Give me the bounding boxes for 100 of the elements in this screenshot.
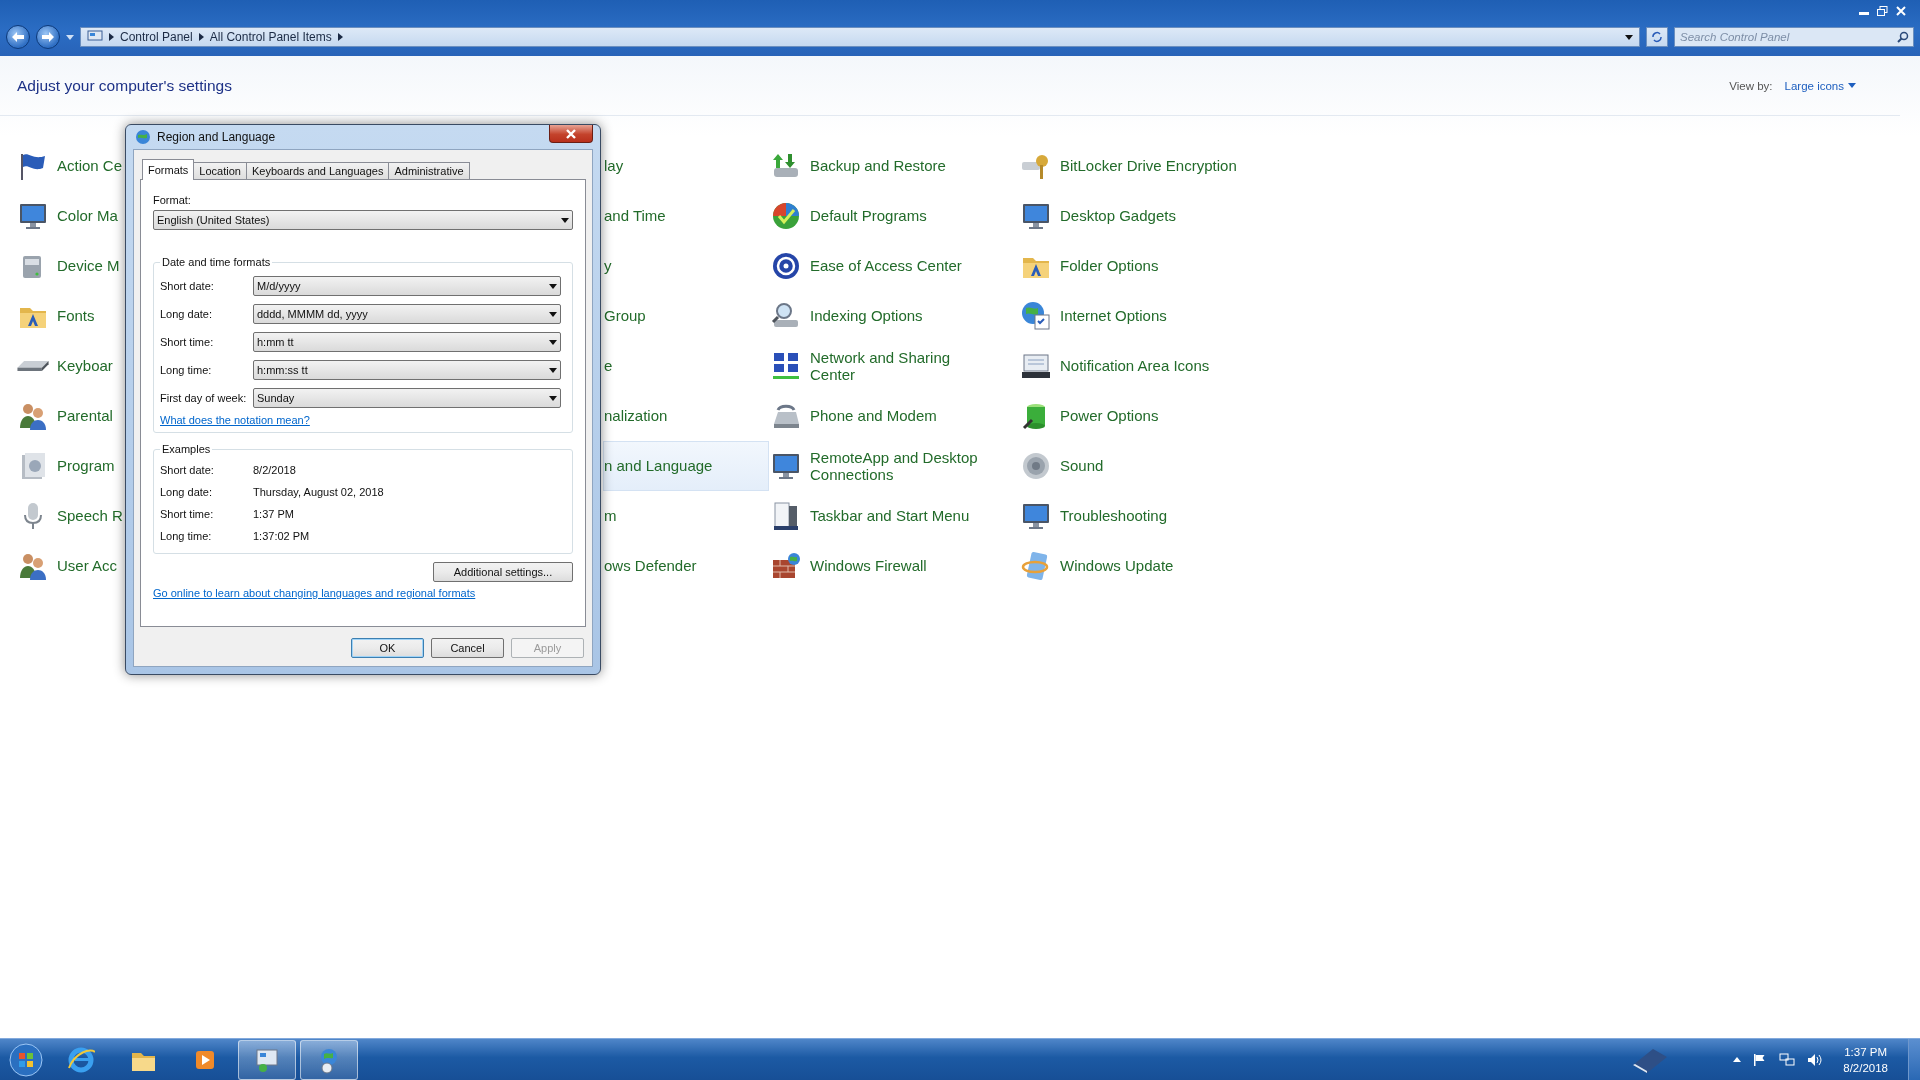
control-panel-item[interactable]: Power Options — [1019, 391, 1269, 441]
view-by-label: View by: — [1729, 79, 1773, 92]
field-label: Long time: — [160, 364, 213, 376]
control-panel-item[interactable]: Internet Options — [1019, 291, 1269, 341]
close-button[interactable] — [549, 125, 593, 143]
refresh-button[interactable] — [1646, 27, 1668, 47]
example-value: 1:37:02 PM — [253, 530, 311, 542]
control-panel-item[interactable]: n and Language — [603, 441, 769, 491]
control-panel-item[interactable]: Notification Area Icons — [1019, 341, 1269, 391]
field-label: Long date: — [160, 308, 213, 320]
example-label: Short date: — [160, 464, 215, 476]
tab[interactable]: Keyboards and Languages — [245, 162, 390, 180]
dialog-button[interactable]: OK — [351, 638, 424, 658]
back-arrow-icon — [12, 32, 24, 42]
network-icon — [770, 350, 802, 382]
page-title: Adjust your computer's settings — [17, 76, 232, 95]
caret-icon — [549, 395, 557, 401]
check-ball-icon — [770, 200, 802, 232]
caret-icon — [1625, 34, 1633, 40]
control-panel-item[interactable]: Ease of Access Center — [769, 241, 1019, 291]
restore-icon[interactable] — [1877, 6, 1888, 16]
caret-icon — [549, 283, 557, 289]
control-panel-item[interactable]: Parental — [16, 391, 125, 441]
example-value: Thursday, August 02, 2018 — [253, 486, 385, 498]
control-panel-item[interactable]: Device M — [16, 241, 125, 291]
keyboard-icon — [17, 361, 49, 371]
view-by-dropdown[interactable]: Large icons — [1784, 79, 1856, 92]
control-panel-item[interactable]: nalization — [603, 391, 769, 441]
caret-icon — [66, 34, 74, 40]
control-panel-item[interactable]: Windows Firewall — [769, 541, 1019, 591]
control-panel-item[interactable]: e — [603, 341, 769, 391]
format-dropdown[interactable]: English (United States) — [153, 210, 573, 230]
search-icon[interactable] — [1897, 31, 1909, 43]
search-field[interactable]: Search Control Panel — [1674, 27, 1914, 47]
control-panel-item[interactable]: BitLocker Drive Encryption — [1019, 141, 1269, 191]
control-panel-item[interactable]: ows Defender — [603, 541, 769, 591]
network-icon[interactable] — [1779, 1052, 1796, 1067]
control-panel-item[interactable]: Program — [16, 441, 125, 491]
control-panel-item[interactable]: Phone and Modem — [769, 391, 1019, 441]
address-bar[interactable]: Control Panel All Control Panel Items — [80, 27, 1640, 47]
control-panel-item[interactable]: Group — [603, 291, 769, 341]
caret-icon — [549, 339, 557, 345]
accessibility-icon — [770, 250, 802, 282]
chevron-icon — [109, 33, 114, 41]
breadcrumb-link[interactable]: Control Panel — [120, 30, 193, 44]
format-dropdown[interactable]: Sunday — [253, 388, 561, 408]
control-panel-item[interactable]: Action Ce — [16, 141, 125, 191]
close-icon[interactable] — [1896, 6, 1906, 16]
clock[interactable]: 1:37 PM 8/2/2018 — [1835, 1043, 1896, 1076]
globe-icon — [135, 129, 151, 145]
taskbar-button[interactable] — [300, 1039, 358, 1080]
control-panel-item[interactable]: Sound — [1019, 441, 1269, 491]
show-hidden-icons-icon[interactable] — [1733, 1057, 1742, 1062]
forward-button[interactable] — [36, 25, 60, 49]
control-panel-item[interactable]: Default Programs — [769, 191, 1019, 241]
control-panel-item[interactable]: Network and Sharing Center — [769, 341, 1019, 391]
example-label: Short time: — [160, 508, 215, 520]
control-panel-item[interactable]: Troubleshooting — [1019, 491, 1269, 541]
tab[interactable]: Formats — [142, 159, 195, 180]
control-panel-item[interactable]: m — [603, 491, 769, 541]
format-dropdown[interactable]: h:mm tt — [253, 332, 561, 352]
control-panel-item[interactable]: Keyboar — [16, 341, 125, 391]
control-panel-item[interactable]: y — [603, 241, 769, 291]
refresh-icon — [1651, 31, 1663, 43]
example-label: Long date: — [160, 486, 213, 498]
control-panel-item[interactable]: lay — [603, 141, 769, 191]
control-panel-item[interactable]: Color Ma — [16, 191, 125, 241]
control-panel-item[interactable]: Desktop Gadgets — [1019, 191, 1269, 241]
online-link[interactable]: Go online to learn about changing languages and regional formats — [153, 587, 476, 599]
back-button[interactable] — [6, 25, 30, 49]
chevron-icon — [337, 33, 343, 41]
format-dropdown[interactable]: h:mm:ss tt — [253, 360, 561, 380]
control-panel-item[interactable]: User Acc — [16, 541, 125, 591]
dialog-button[interactable]: Cancel — [431, 638, 504, 658]
control-panel-item[interactable]: and Time — [603, 191, 769, 241]
control-panel-item[interactable]: Speech R — [16, 491, 125, 541]
control-panel-item[interactable]: Folder Options — [1019, 241, 1269, 291]
speaker-icon[interactable] — [1807, 1052, 1824, 1067]
control-panel-item[interactable]: Fonts — [16, 291, 125, 341]
control-panel-item[interactable]: Backup and Restore — [769, 141, 1019, 191]
control-panel-item[interactable]: RemoteApp and Desktop Connections — [769, 441, 1019, 491]
field-label: Short date: — [160, 280, 215, 292]
tab[interactable]: Administrative — [388, 162, 470, 180]
control-panel-item[interactable]: Indexing Options — [769, 291, 1019, 341]
browser-e-icon — [67, 1045, 95, 1074]
format-dropdown[interactable]: dddd, MMMM dd, yyyy — [253, 304, 561, 324]
field-label: Short time: — [160, 336, 215, 348]
taskbar-button[interactable] — [238, 1039, 296, 1080]
tab[interactable]: Location — [193, 162, 247, 180]
control-panel-item[interactable]: Windows Update — [1019, 541, 1269, 591]
format-label: Format: — [153, 194, 192, 206]
caret-icon — [1848, 83, 1856, 88]
breadcrumb-link[interactable]: All Control Panel Items — [209, 30, 332, 44]
clock-time: 1:37 PM — [1844, 1044, 1888, 1060]
control-panel-item[interactable]: Taskbar and Start Menu — [769, 491, 1019, 541]
caret-icon — [549, 367, 557, 373]
notation-link[interactable]: What does the notation mean? — [160, 414, 310, 426]
clock-date: 8/2/2018 — [1843, 1060, 1888, 1076]
format-dropdown[interactable]: M/d/yyyy — [253, 276, 561, 296]
additional-settings-button[interactable]: Additional settings... — [433, 562, 573, 582]
